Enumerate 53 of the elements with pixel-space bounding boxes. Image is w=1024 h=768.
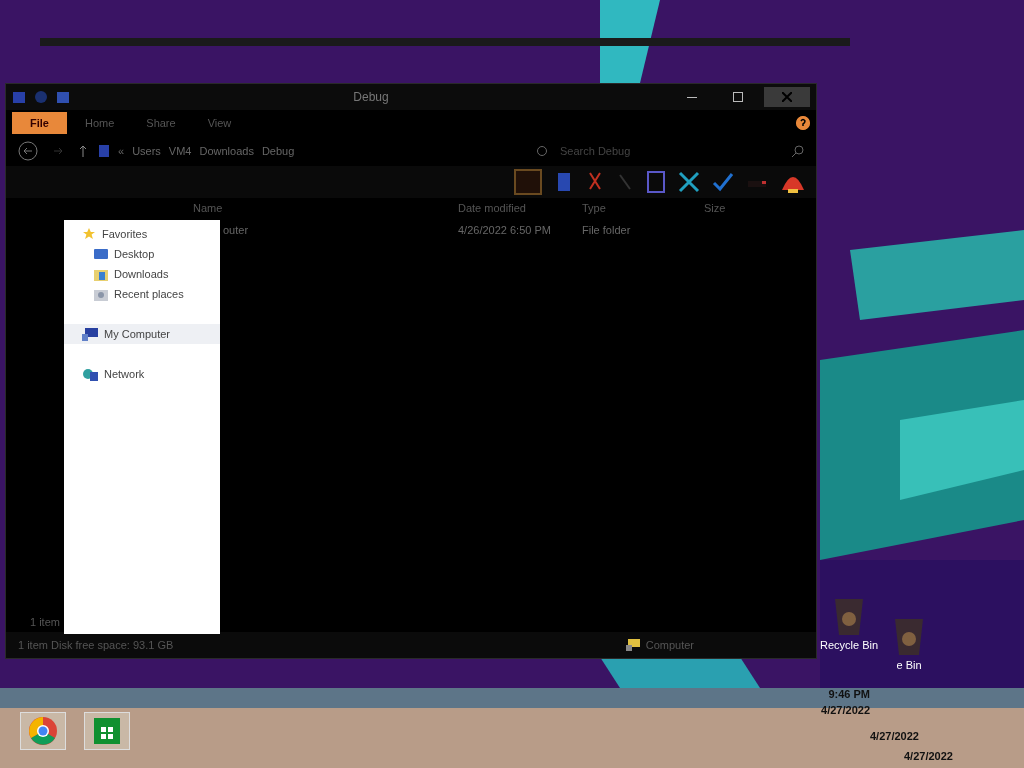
store-taskbar-button[interactable] — [84, 712, 130, 750]
type-cell-text: File folder — [582, 224, 632, 236]
chrome-taskbar-button[interactable] — [20, 712, 66, 750]
ribbon-tab[interactable]: File — [12, 112, 67, 134]
clock-date: 4/27/2022 — [870, 730, 919, 742]
store-bag-icon — [92, 716, 122, 746]
maximize-icon — [733, 92, 743, 102]
nav-item[interactable]: Recent places — [64, 284, 220, 304]
ribbon-tab[interactable]: Home — [70, 113, 129, 133]
chrome-icon — [28, 716, 58, 746]
window-title: Debug — [352, 90, 390, 104]
clipboard-icon[interactable] — [646, 171, 666, 193]
up-arrow-icon[interactable] — [78, 144, 88, 158]
column-header[interactable]: Type — [582, 202, 704, 214]
refresh-icon[interactable] — [536, 145, 548, 157]
close-icon — [782, 92, 792, 102]
delete-x-icon[interactable] — [678, 171, 700, 193]
back-icon[interactable] — [18, 141, 38, 161]
nav-item[interactable]: Desktop — [64, 244, 220, 264]
clock-date[interactable]: 4/27/2022 — [821, 704, 870, 716]
breadcrumb[interactable]: Downloads — [199, 145, 254, 157]
desktop-icon-label[interactable]: e Bin — [896, 659, 922, 671]
item-count: 1 item — [30, 616, 60, 628]
breadcrumb[interactable]: « — [118, 145, 125, 157]
computer-icon — [82, 327, 98, 341]
nav-item[interactable]: Network — [64, 364, 220, 384]
clock-date: 4/27/2022 — [904, 750, 953, 762]
nav-item[interactable]: Downloads — [64, 264, 220, 284]
check-icon[interactable] — [712, 171, 734, 193]
close-button[interactable] — [764, 87, 810, 107]
column-header[interactable]: Date modified — [458, 202, 582, 214]
status-text: 1 item Disk free space: 93.1 GB — [18, 639, 174, 651]
clock-folder-icon — [94, 287, 108, 301]
column-header[interactable]: Size — [704, 202, 804, 214]
breadcrumb[interactable]: VM4 — [168, 145, 192, 157]
desktop-icon-label[interactable]: Recycle Bin — [820, 639, 879, 651]
location-text: Computer — [645, 639, 694, 651]
minimize-icon — [687, 96, 697, 98]
help-icon[interactable] — [796, 116, 810, 130]
network-icon — [82, 367, 98, 381]
breadcrumb[interactable]: Users — [132, 145, 161, 157]
ribbon-tab[interactable]: Share — [132, 113, 190, 133]
search-icon[interactable] — [792, 145, 804, 157]
breadcrumb[interactable]: Debug — [261, 145, 295, 157]
monitor-icon — [94, 248, 108, 260]
date-cell-text: 4/26/2022 6:50 PM — [458, 224, 552, 236]
nav-item[interactable]: My Computer — [64, 324, 220, 344]
nav-item[interactable]: Favorites — [64, 224, 220, 244]
column-header[interactable]: Name — [193, 202, 458, 214]
star-icon — [82, 227, 96, 241]
computer-icon — [625, 639, 640, 651]
clock-time[interactable]: 9:46 PM — [828, 688, 870, 700]
ribbon-tab[interactable]: View — [193, 113, 246, 133]
